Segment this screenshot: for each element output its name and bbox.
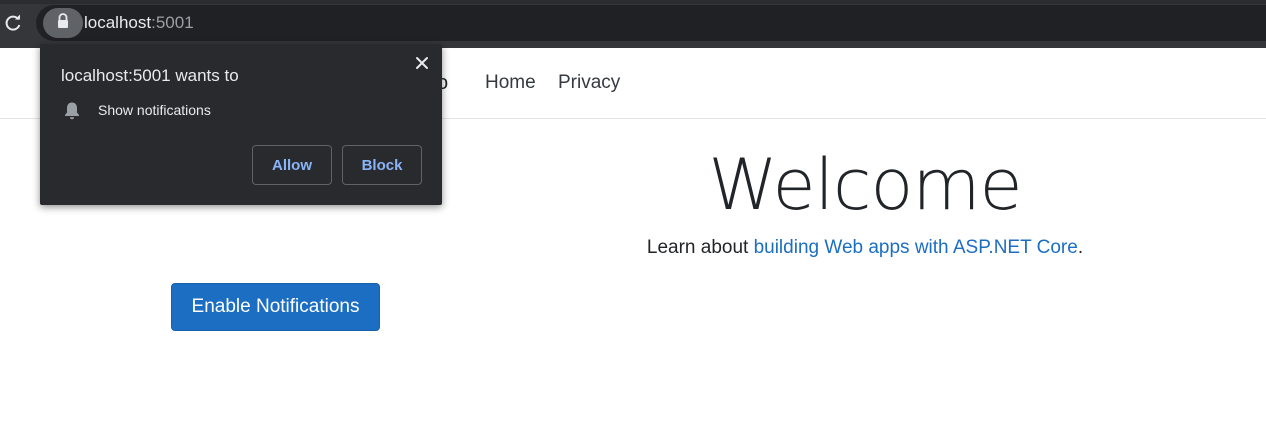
address-bar[interactable] xyxy=(36,5,1266,41)
url-port: :5001 xyxy=(151,13,194,32)
learn-suffix: . xyxy=(1077,237,1084,258)
docs-link[interactable]: building Web apps with ASP.NET Core xyxy=(754,237,1078,258)
notification-permission-prompt: localhost:5001 wants to Show notificatio… xyxy=(40,44,442,205)
close-icon[interactable] xyxy=(412,53,432,73)
permission-item-label: Show notifications xyxy=(98,102,211,118)
nav-link-privacy[interactable]: Privacy xyxy=(558,72,620,94)
block-button[interactable]: Block xyxy=(342,145,422,185)
site-info-button[interactable] xyxy=(43,8,83,38)
allow-button[interactable]: Allow xyxy=(252,145,332,185)
bell-icon xyxy=(63,101,81,121)
url-text[interactable]: localhost:5001 xyxy=(84,12,194,34)
url-host: localhost xyxy=(84,13,152,32)
tab-strip-edge xyxy=(0,0,1266,4)
learn-prefix: Learn about xyxy=(646,237,754,258)
enable-notifications-button[interactable]: Enable Notifications xyxy=(171,283,380,331)
lock-icon xyxy=(56,12,70,34)
learn-text: Learn about building Web apps with ASP.N… xyxy=(560,237,1170,259)
nav-link-home[interactable]: Home xyxy=(485,72,536,94)
page-title: Welcome xyxy=(708,144,1022,226)
prompt-title: localhost:5001 wants to xyxy=(61,66,239,85)
reload-icon[interactable] xyxy=(2,12,24,34)
browser-toolbar: localhost:5001 xyxy=(0,0,1266,48)
